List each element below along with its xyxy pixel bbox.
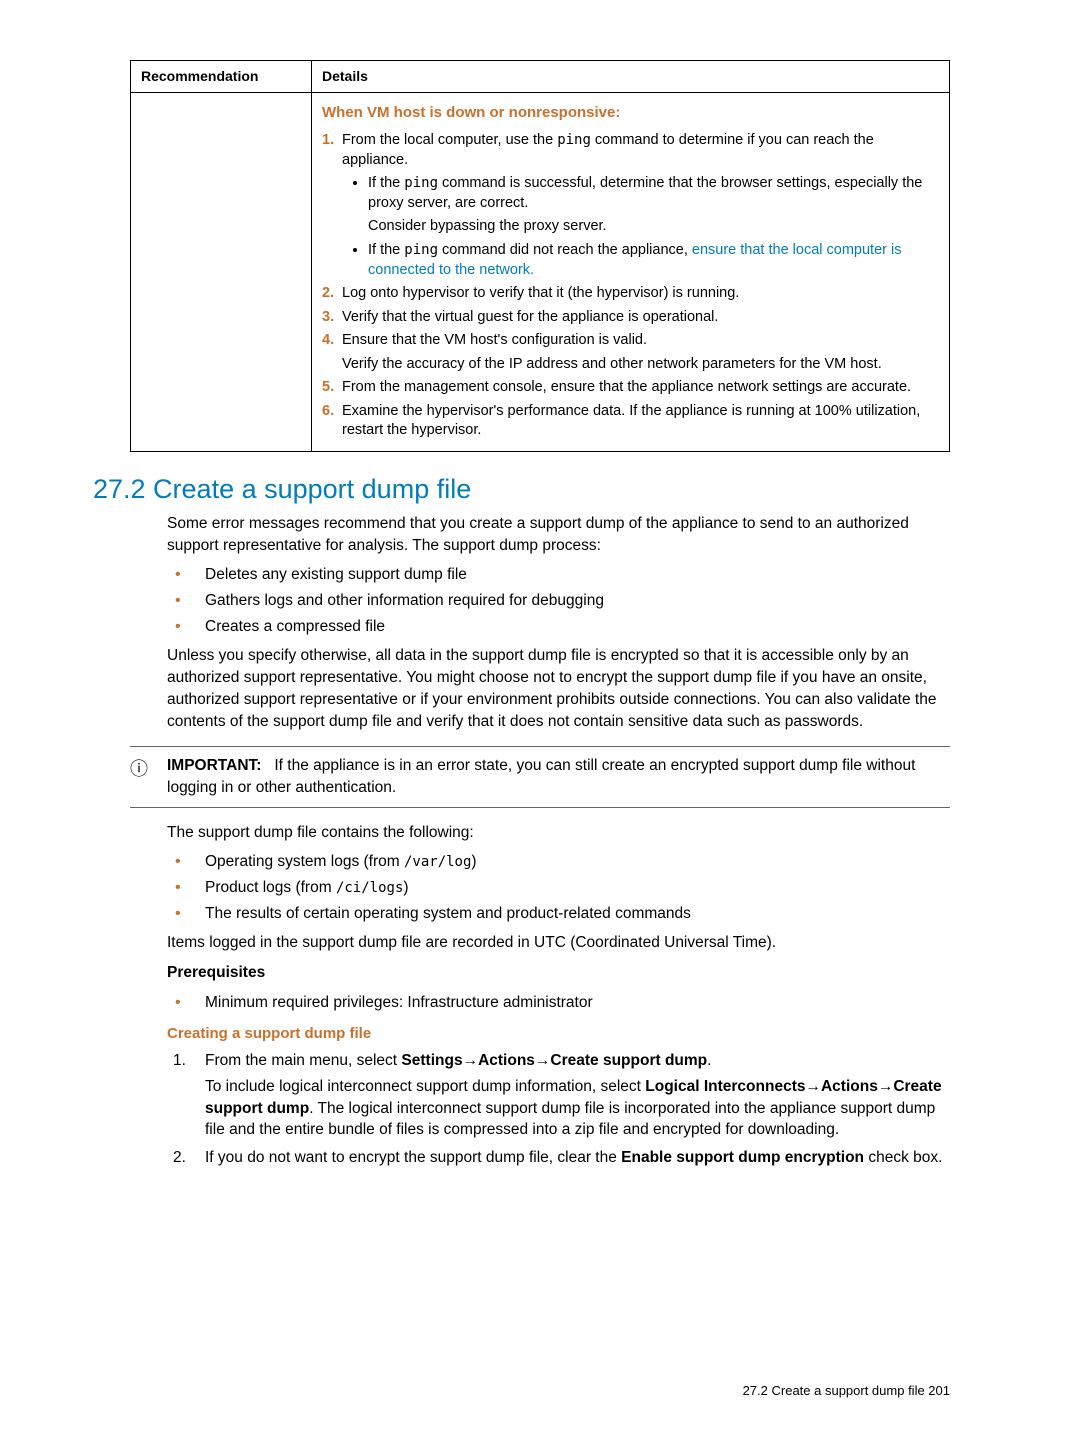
paragraph: Unless you specify otherwise, all data i… bbox=[167, 645, 950, 732]
text-fragment: . bbox=[707, 1052, 711, 1069]
list-item: Minimum required privileges: Infrastruct… bbox=[167, 992, 950, 1014]
sub-item-note: Consider bypassing the proxy server. bbox=[368, 217, 939, 237]
important-note: ⓘ IMPORTANT: If the appliance is in an e… bbox=[130, 746, 950, 807]
step-5: 5. From the management console, ensure t… bbox=[322, 378, 939, 398]
list-item: Deletes any existing support dump file bbox=[167, 564, 950, 586]
paragraph: Items logged in the support dump file ar… bbox=[167, 932, 950, 954]
code-path: /var/log bbox=[404, 854, 471, 870]
step-4-note: Verify the accuracy of the IP address an… bbox=[342, 355, 939, 375]
col-recommendation: Recommendation bbox=[131, 61, 312, 93]
step-text: Log onto hypervisor to verify that it (t… bbox=[342, 285, 739, 301]
text-fragment: ) bbox=[403, 879, 408, 896]
code-ping: ping bbox=[404, 242, 438, 258]
text-fragment: From the main menu, select bbox=[205, 1052, 401, 1069]
important-text: If the appliance is in an error state, y… bbox=[167, 757, 915, 796]
step-text: From the management console, ensure that… bbox=[342, 379, 911, 395]
ui-label: Enable support dump encryption bbox=[621, 1149, 864, 1166]
recommendation-table: Recommendation Details When VM host is d… bbox=[130, 60, 950, 452]
procedure-step-2: 2. If you do not want to encrypt the sup… bbox=[167, 1147, 950, 1169]
text-fragment: If the bbox=[368, 175, 404, 191]
page-footer: 27.2 Create a support dump file 201 bbox=[743, 1383, 950, 1398]
step-1-paragraph: To include logical interconnect support … bbox=[205, 1076, 950, 1141]
text-fragment: If you do not want to encrypt the suppor… bbox=[205, 1149, 621, 1166]
table-header-row: Recommendation Details bbox=[131, 61, 950, 93]
details-subheading: When VM host is down or nonresponsive: bbox=[322, 103, 939, 123]
step-text: Ensure that the VM host's configuration … bbox=[342, 332, 647, 348]
code-path: /ci/logs bbox=[336, 880, 403, 896]
list-item: Product logs (from /ci/logs) bbox=[167, 877, 950, 899]
step-text: Verify that the virtual guest for the ap… bbox=[342, 309, 718, 325]
nav-path: Settings→Actions→Create support dump bbox=[401, 1052, 707, 1069]
step-marker: 2. bbox=[322, 284, 334, 304]
section-body-2: The support dump file contains the follo… bbox=[167, 822, 950, 1169]
list-item: Gathers logs and other information requi… bbox=[167, 590, 950, 612]
step-number: 1. bbox=[173, 1050, 186, 1072]
details-steps: 1. From the local computer, use the ping… bbox=[322, 131, 939, 441]
paragraph: The support dump file contains the follo… bbox=[167, 822, 950, 844]
step-6: 6. Examine the hypervisor's performance … bbox=[322, 402, 939, 441]
step-1-sublist: If the ping command is successful, deter… bbox=[358, 174, 939, 280]
step-marker: 5. bbox=[322, 378, 334, 398]
text-fragment: command did not reach the appliance, bbox=[438, 242, 692, 258]
sub-item: If the ping command is successful, deter… bbox=[368, 174, 939, 237]
procedure-steps: 1. From the main menu, select Settings→A… bbox=[167, 1050, 950, 1168]
step-text: From the local computer, use the bbox=[342, 132, 557, 148]
table-row: When VM host is down or nonresponsive: 1… bbox=[131, 92, 950, 451]
cell-details: When VM host is down or nonresponsive: 1… bbox=[312, 92, 950, 451]
text-fragment: Product logs (from bbox=[205, 879, 336, 896]
step-4: 4. Ensure that the VM host's configurati… bbox=[322, 331, 939, 374]
step-marker: 3. bbox=[322, 308, 334, 328]
step-1: 1. From the local computer, use the ping… bbox=[322, 131, 939, 280]
section-heading: 27.2 Create a support dump file bbox=[93, 474, 950, 505]
prerequisites-heading: Prerequisites bbox=[167, 962, 950, 984]
important-icon: ⓘ bbox=[130, 755, 160, 798]
procedure-step-1: 1. From the main menu, select Settings→A… bbox=[167, 1050, 950, 1141]
text-fragment: ) bbox=[471, 853, 476, 870]
code-ping: ping bbox=[404, 175, 438, 191]
text-fragment: Operating system logs (from bbox=[205, 853, 404, 870]
prerequisites-list: Minimum required privileges: Infrastruct… bbox=[167, 992, 950, 1014]
col-details: Details bbox=[312, 61, 950, 93]
intro-paragraph: Some error messages recommend that you c… bbox=[167, 513, 950, 556]
cell-recommendation bbox=[131, 92, 312, 451]
text-fragment: If the bbox=[368, 242, 404, 258]
step-3: 3. Verify that the virtual guest for the… bbox=[322, 308, 939, 328]
list-item: Creates a compressed file bbox=[167, 616, 950, 638]
step-text: Examine the hypervisor's performance dat… bbox=[342, 403, 920, 439]
step-marker: 1. bbox=[322, 131, 334, 151]
text-fragment: command is successful, determine that th… bbox=[368, 175, 922, 211]
code-ping: ping bbox=[557, 132, 591, 148]
section-body: Some error messages recommend that you c… bbox=[167, 513, 950, 732]
document-page: Recommendation Details When VM host is d… bbox=[0, 0, 1080, 1438]
step-2: 2. Log onto hypervisor to verify that it… bbox=[322, 284, 939, 304]
step-marker: 4. bbox=[322, 331, 334, 351]
procedure-heading: Creating a support dump file bbox=[167, 1023, 950, 1044]
text-fragment: check box. bbox=[864, 1149, 942, 1166]
step-number: 2. bbox=[173, 1147, 186, 1169]
sub-item: If the ping command did not reach the ap… bbox=[368, 241, 939, 280]
list-item: The results of certain operating system … bbox=[167, 903, 950, 925]
process-list: Deletes any existing support dump file G… bbox=[167, 564, 950, 637]
step-marker: 6. bbox=[322, 402, 334, 422]
important-label: IMPORTANT: bbox=[167, 757, 261, 774]
important-content: IMPORTANT: If the appliance is in an err… bbox=[160, 755, 950, 798]
list-item: Operating system logs (from /var/log) bbox=[167, 851, 950, 873]
contents-list: Operating system logs (from /var/log) Pr… bbox=[167, 851, 950, 924]
text-fragment: To include logical interconnect support … bbox=[205, 1078, 645, 1095]
text-fragment: . The logical interconnect support dump … bbox=[205, 1100, 935, 1139]
